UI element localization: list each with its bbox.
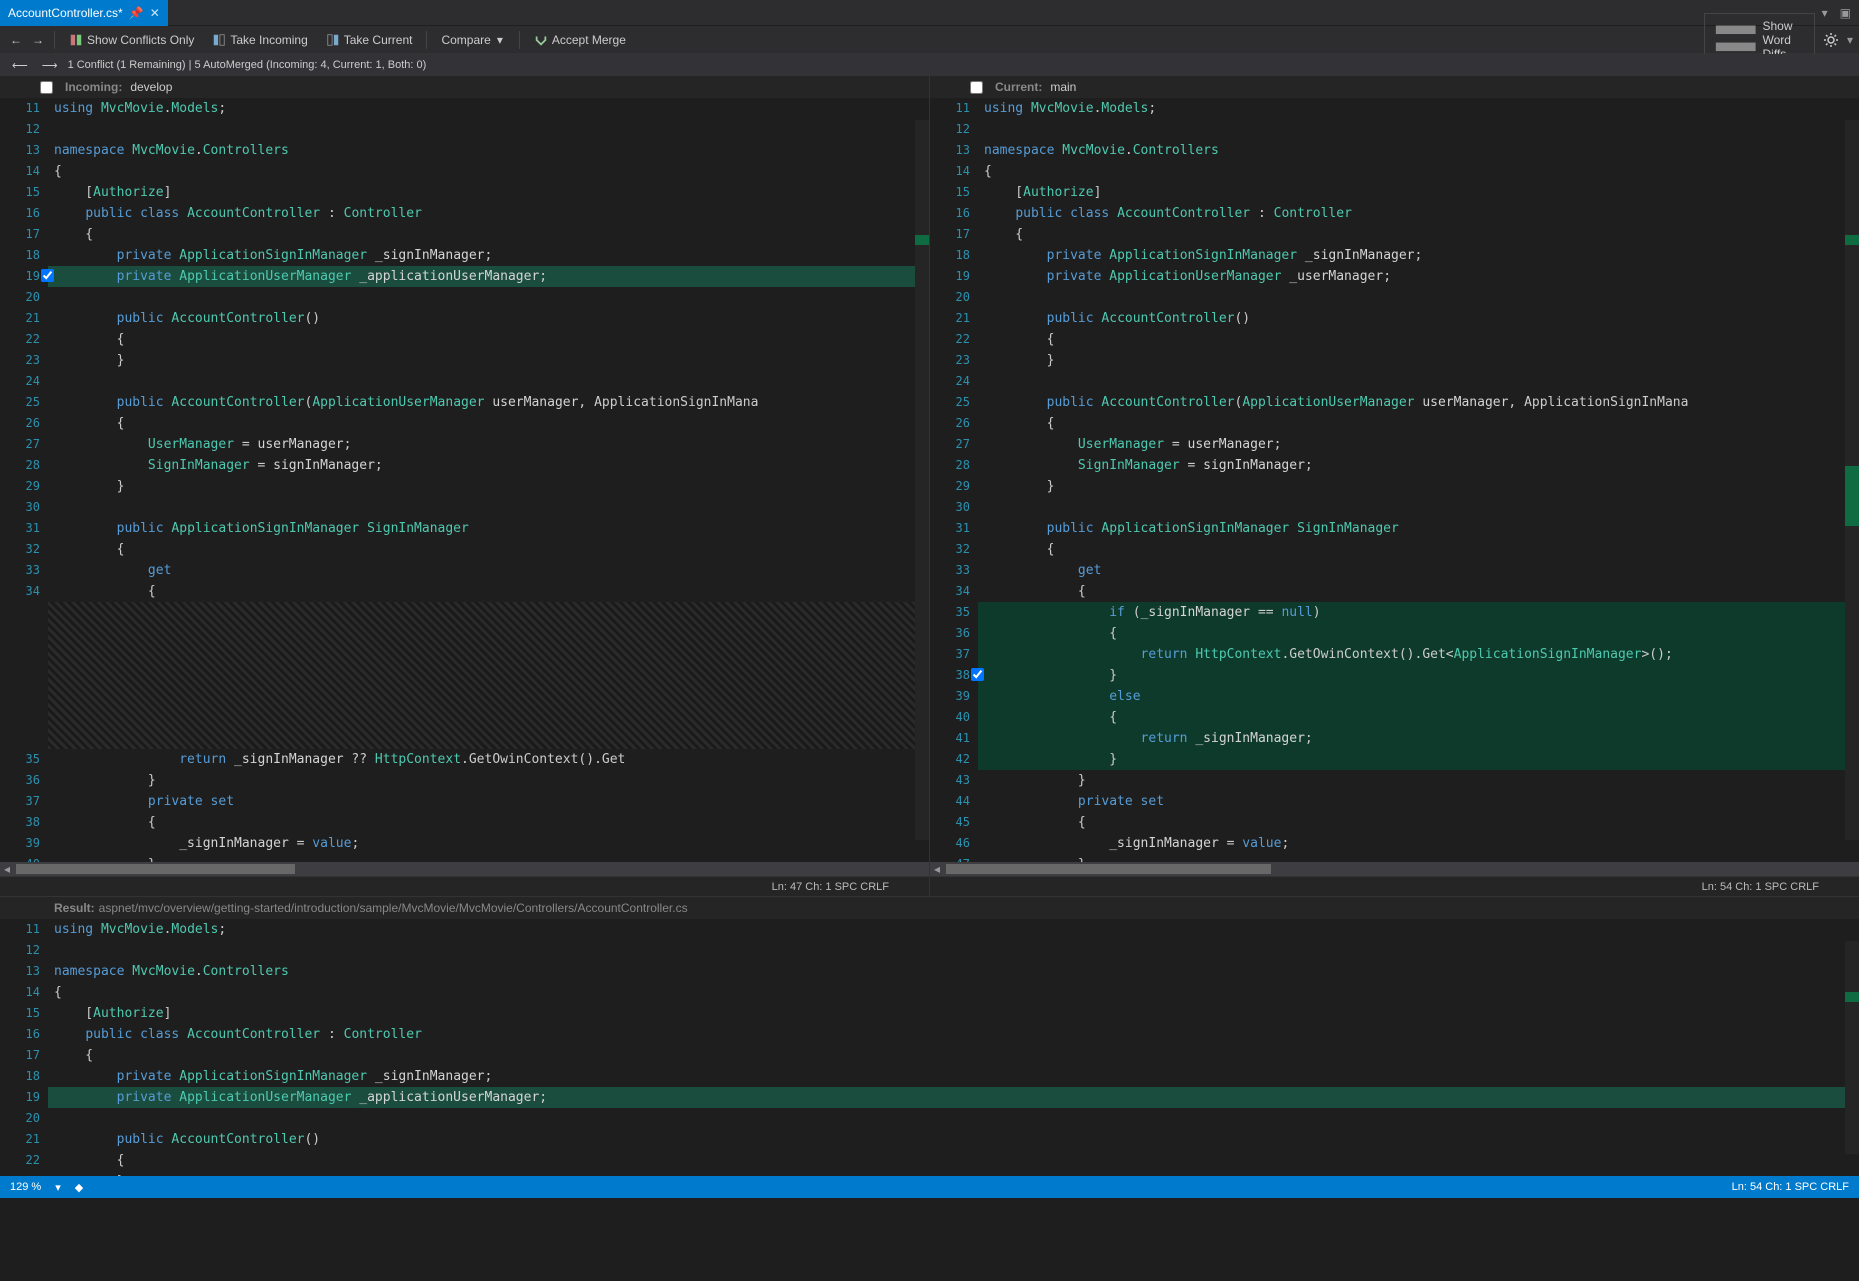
current-code[interactable]: 1112131415161718192021222324252627282930… [930,98,1859,862]
take-current-icon [326,33,340,47]
show-conflicts-button[interactable]: Show Conflicts Only [61,30,202,50]
incoming-status: Ln: 47 Ch: 1 SPC CRLF [0,876,929,896]
zoom-level[interactable]: 129 % [10,1181,41,1193]
status-bar: 129 % ▾ ◆ Ln: 54 Ch: 1 SPC CRLF [0,1176,1859,1198]
diff-panes: Incoming: develop 1112131415161718192021… [0,76,1859,896]
result-pane: Result: aspnet/mvc/overview/getting-star… [0,896,1859,1176]
status-diamond-icon[interactable]: ◆ [75,1181,83,1194]
scroll-left-icon[interactable]: ◂ [0,862,14,876]
incoming-header: Incoming: develop [0,76,929,98]
current-minimap[interactable] [1845,120,1859,840]
take-incoming-icon [212,33,226,47]
accept-merge-icon [534,33,548,47]
file-tab[interactable]: AccountController.cs* 📌 ✕ [0,0,168,26]
window-maximize-icon[interactable]: ▣ [1840,6,1851,20]
conflict-summary: 1 Conflict (1 Remaining) | 5 AutoMerged … [68,59,427,71]
result-code[interactable]: 11121314151617181920212223 using MvcMovi… [0,919,1859,1176]
conflicts-icon [69,33,83,47]
pin-icon[interactable]: 📌 [129,6,144,20]
incoming-line-checkbox[interactable] [41,269,54,282]
toolbar-chevron-icon[interactable]: ▾ [1847,33,1853,47]
current-header: Current: main [930,76,1859,98]
result-minimap[interactable] [1845,941,1859,1154]
window-dropdown-icon[interactable]: ▾ [1822,6,1828,20]
nav-forward-button[interactable]: → [28,30,48,50]
result-header: Result: aspnet/mvc/overview/getting-star… [0,897,1859,919]
zoom-dropdown-icon[interactable]: ▾ [55,1181,61,1194]
current-block-checkbox[interactable] [971,668,984,681]
scroll-left-icon[interactable]: ◂ [930,862,944,876]
nav-back-button[interactable]: ← [6,30,26,50]
tab-title: AccountController.cs* [8,6,123,20]
current-pane: Current: main 11121314151617181920212223… [930,76,1859,896]
current-status: Ln: 54 Ch: 1 SPC CRLF [930,876,1859,896]
prev-conflict-button[interactable]: ⟵ [8,59,32,72]
close-tab-icon[interactable]: ✕ [150,6,160,20]
current-hscroll[interactable]: ◂ [930,862,1859,876]
merge-toolbar: ← → Show Conflicts Only Take Incoming Ta… [0,26,1859,54]
result-path: aspnet/mvc/overview/getting-started/intr… [99,901,688,915]
incoming-code[interactable]: 1112131415161718192021222324252627282930… [0,98,929,862]
conflict-status-bar: ⟵ ⟶ 1 Conflict (1 Remaining) | 5 AutoMer… [0,54,1859,76]
incoming-hscroll[interactable]: ◂ [0,862,929,876]
incoming-select-all-checkbox[interactable] [40,81,53,94]
current-select-all-checkbox[interactable] [970,81,983,94]
gear-icon[interactable] [1823,32,1839,48]
incoming-minimap[interactable] [915,120,929,840]
take-current-button[interactable]: Take Current [318,30,421,50]
compare-dropdown[interactable]: Compare ▾ [433,30,512,50]
incoming-pane: Incoming: develop 1112131415161718192021… [0,76,930,896]
chevron-down-icon: ▾ [495,33,505,47]
next-conflict-button[interactable]: ⟶ [38,59,62,72]
tab-bar: AccountController.cs* 📌 ✕ ▾ ▣ [0,0,1859,26]
cursor-position: Ln: 54 Ch: 1 SPC CRLF [1732,1181,1849,1193]
accept-merge-button[interactable]: Accept Merge [526,30,634,50]
take-incoming-button[interactable]: Take Incoming [204,30,315,50]
